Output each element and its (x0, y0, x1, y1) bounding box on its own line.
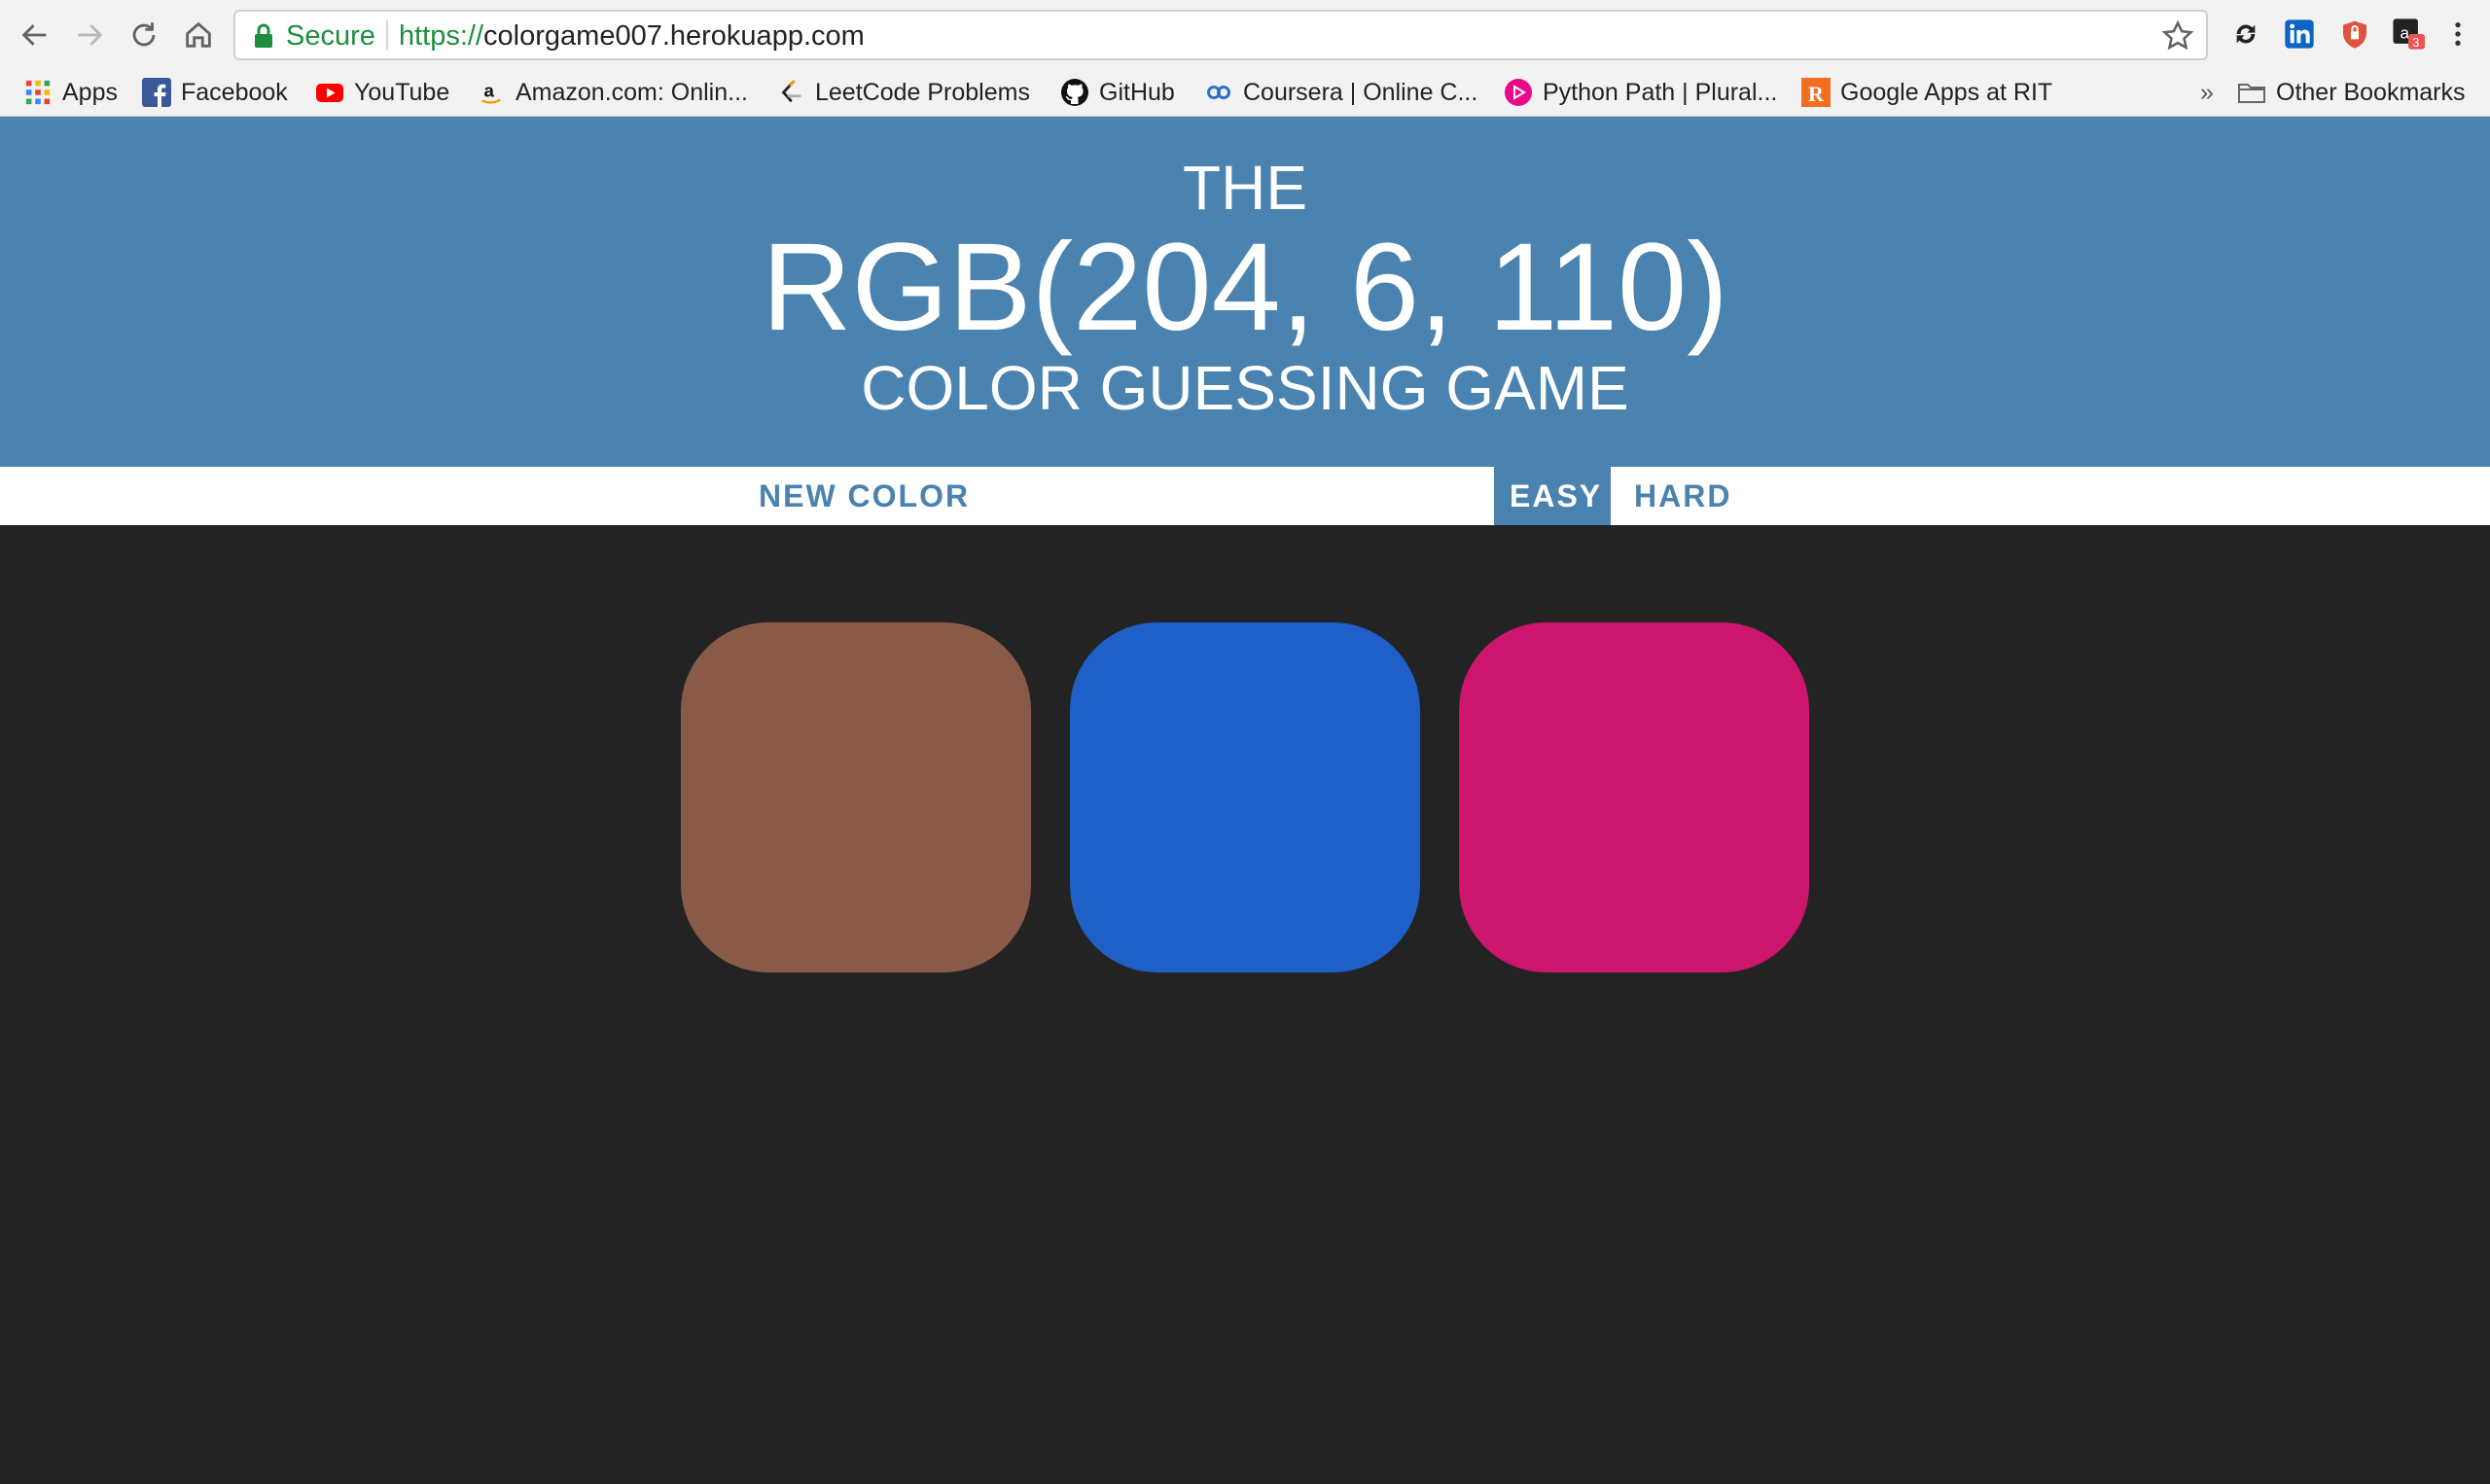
other-bookmarks-label: Other Bookmarks (2276, 78, 2466, 106)
bookmark-label: YouTube (354, 78, 450, 106)
color-square-1[interactable] (681, 622, 1031, 972)
bookmark-rit[interactable]: R Google Apps at RIT (1801, 76, 2052, 109)
rit-icon: R (1801, 78, 1831, 107)
back-arrow-icon (21, 24, 47, 46)
forward-arrow-icon (78, 24, 103, 46)
browser-toolbar: Secure https://colorgame007.herokuapp.co… (0, 0, 2490, 70)
pluralsight-icon (1504, 78, 1533, 107)
bookmark-leetcode[interactable]: LeetCode Problems (776, 76, 1030, 109)
bookmark-github[interactable]: GitHub (1060, 76, 1175, 109)
hard-mode-button[interactable]: HARD (1618, 467, 1747, 525)
bookmarks-overflow-chevron[interactable]: » (2200, 76, 2214, 109)
bookmark-label: Apps (62, 78, 118, 106)
amazon-icon: a (477, 78, 506, 107)
secure-label: Secure (286, 20, 375, 52)
linkedin-extension-icon[interactable] (2281, 16, 2318, 53)
browser-menu-icon[interactable] (2439, 16, 2476, 53)
bookmark-label: LeetCode Problems (815, 78, 1030, 106)
folder-icon (2237, 78, 2266, 107)
coursera-icon (1204, 78, 1233, 107)
home-icon (186, 21, 211, 48)
bookmark-label: Facebook (181, 78, 288, 106)
shield-extension-icon[interactable] (2336, 16, 2373, 53)
reload-icon (132, 22, 156, 47)
facebook-icon (142, 78, 171, 107)
bookmark-label: GitHub (1099, 78, 1175, 106)
bookmark-star-icon[interactable] (2161, 19, 2194, 53)
omnibox-divider (386, 19, 388, 51)
notification-extension-icon[interactable]: a 3 (2390, 16, 2427, 53)
control-stripe: NEW COLOR EASY HARD (0, 467, 2490, 525)
bookmarks-bar: Apps Facebook YouTube a Amazon.com: Onli… (0, 70, 2490, 117)
rgb-display: RGB(204, 6, 110) (762, 218, 1728, 357)
apps-grid-icon (23, 78, 53, 107)
title-the: THE (1183, 153, 1307, 223)
bookmark-apps[interactable]: Apps (23, 76, 118, 109)
reload-button[interactable] (123, 14, 165, 56)
easy-mode-button[interactable]: EASY (1494, 467, 1611, 525)
svg-text:R: R (1808, 82, 1825, 106)
bookmark-pluralsight[interactable]: Python Path | Plural... (1504, 76, 1777, 109)
leetcode-icon (776, 78, 805, 107)
bookmark-label: Amazon.com: Onlin... (516, 78, 748, 106)
sync-extension-icon[interactable] (2227, 16, 2264, 53)
url-scheme: https:// (399, 20, 484, 52)
bookmark-facebook[interactable]: Facebook (142, 76, 288, 109)
svg-text:a: a (484, 81, 495, 101)
back-button[interactable] (14, 14, 56, 56)
youtube-icon (315, 78, 344, 107)
bookmark-label: Coursera | Online C... (1243, 78, 1478, 106)
other-bookmarks[interactable]: Other Bookmarks (2237, 76, 2466, 109)
github-icon (1060, 78, 1089, 107)
bookmark-youtube[interactable]: YouTube (315, 76, 449, 109)
game-header: THE RGB(204, 6, 110) COLOR GUESSING GAME (0, 117, 2490, 467)
extension-badge-count: 3 (2412, 35, 2419, 50)
color-square-2[interactable] (1070, 622, 1420, 972)
bookmark-amazon[interactable]: a Amazon.com: Onlin... (477, 76, 748, 109)
forward-button[interactable] (68, 14, 111, 56)
title-subtitle: COLOR GUESSING GAME (861, 353, 1629, 423)
lock-icon (255, 23, 272, 48)
home-button[interactable] (177, 14, 220, 56)
address-bar[interactable]: Secure https://colorgame007.herokuapp.co… (233, 10, 2208, 60)
bookmark-label: Python Path | Plural... (1543, 78, 1778, 106)
bookmark-coursera[interactable]: Coursera | Online C... (1204, 76, 1477, 109)
new-color-button[interactable]: NEW COLOR (743, 467, 985, 525)
bookmark-label: Google Apps at RIT (1840, 78, 2053, 106)
url-text[interactable]: https://colorgame007.herokuapp.com (399, 20, 865, 53)
url-host: colorgame007.herokuapp.com (483, 20, 865, 52)
overflow-icon: » (2200, 78, 2214, 106)
color-square-3[interactable] (1459, 622, 1809, 972)
